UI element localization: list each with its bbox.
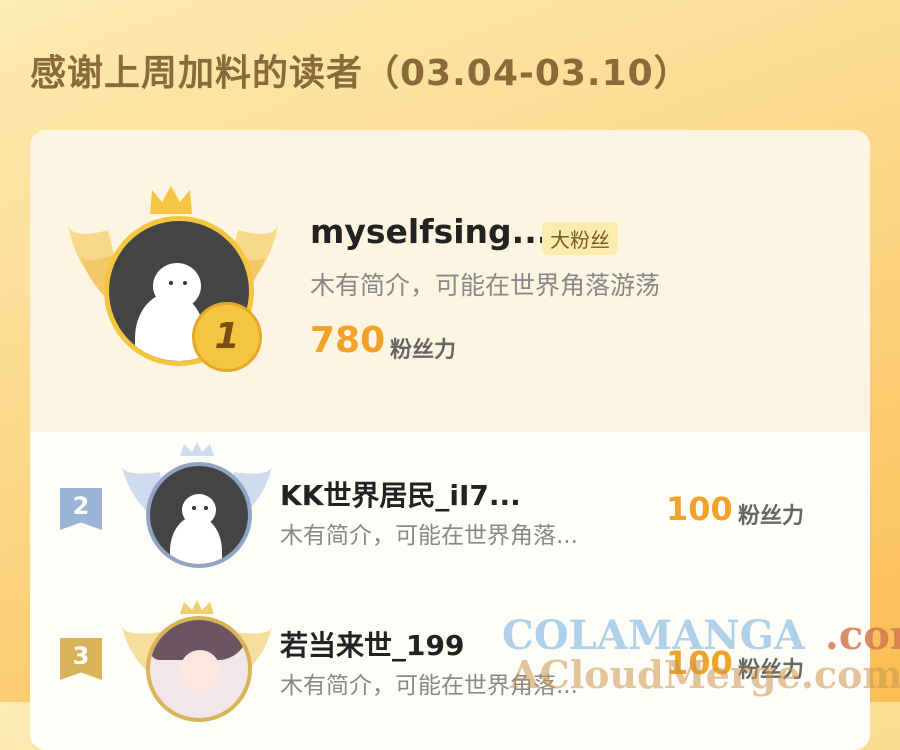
fan-name[interactable]: KK世界居民_iI7... (280, 474, 521, 514)
watermark-secondary: ACloudMerge.com (510, 652, 900, 697)
crown-icon (150, 186, 192, 214)
fan-score: 100 (666, 490, 733, 528)
medal-icon: 1 (192, 302, 262, 372)
rank-badge: 2 (60, 488, 102, 530)
table-row[interactable]: 2 KK世界居民_iI7... 木有简介，可能在世界角落... 100 粉丝力 (30, 432, 870, 592)
avatar[interactable] (146, 616, 252, 722)
fan-score-unit: 粉丝力 (738, 504, 805, 529)
page-title: 感谢上周加料的读者（03.04-03.10） (30, 53, 691, 94)
top-fan-score: 780 (310, 320, 386, 361)
fan-name[interactable]: 若当来世_199 (280, 624, 464, 664)
top-fan-block[interactable]: 1 myselfsing... 大粉丝 木有简介，可能在世界角落游荡 780 粉… (30, 130, 870, 432)
fan-level-badge: 大粉丝 (542, 222, 618, 255)
top-fan-bio: 木有简介，可能在世界角落游荡 (310, 271, 661, 300)
top-fan-name[interactable]: myselfsing... (310, 212, 549, 251)
rank-number: 1 (214, 316, 240, 357)
rank-badge: 3 (60, 638, 102, 680)
avatar[interactable] (146, 462, 252, 568)
top-fan-score-unit: 粉丝力 (390, 338, 457, 363)
fan-bio: 木有简介，可能在世界角落... (280, 523, 578, 549)
